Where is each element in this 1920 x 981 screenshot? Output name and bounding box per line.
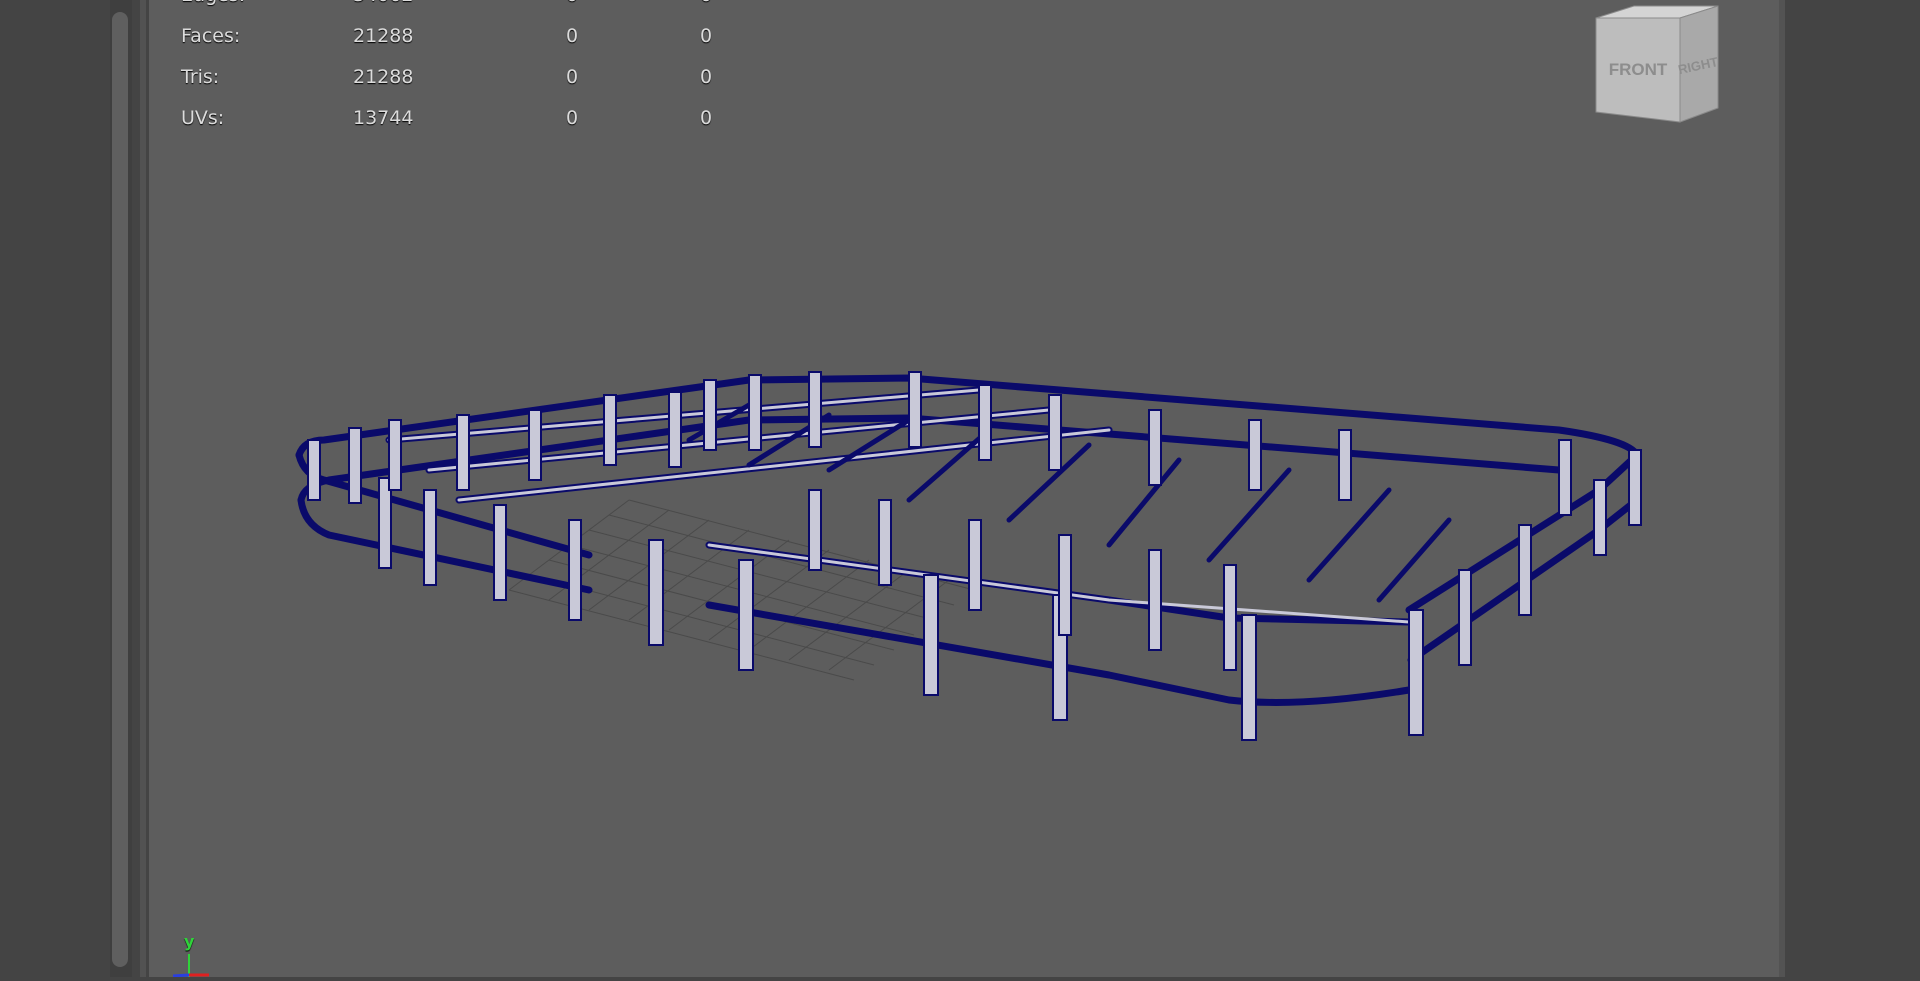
hud-label: UVs:: [181, 107, 225, 129]
right-panel: [1785, 0, 1920, 977]
fence-model-wireframe[interactable]: [149, 0, 1779, 977]
hud-row-edges: Edges: 34062 0 0: [181, 0, 741, 16]
hud-value: 13744: [353, 107, 414, 129]
scrollbar-thumb[interactable]: [112, 12, 128, 967]
hud-value: 0: [566, 66, 579, 88]
hud-value: 21288: [353, 25, 414, 47]
axis-lines: [172, 954, 209, 978]
hud-row-tris: Tris: 21288 0 0: [181, 57, 741, 98]
hud-value: 0: [700, 107, 713, 129]
poly-count-hud: Edges: 34062 0 0 Faces: 21288 0 0 Tris: …: [181, 0, 741, 139]
hud-value: 0: [700, 66, 713, 88]
hud-label: Faces:: [181, 25, 241, 47]
view-cube-front-label[interactable]: FRONT: [1609, 60, 1668, 79]
hud-value: 0: [566, 0, 578, 16]
hud-label: Tris:: [181, 66, 220, 88]
hud-value: 0: [566, 107, 579, 129]
3d-viewport[interactable]: Edges: 34062 0 0 Faces: 21288 0 0 Tris: …: [149, 0, 1779, 978]
hud-value: 21288: [353, 66, 414, 88]
hud-value: 0: [700, 0, 712, 16]
hud-value: 0: [566, 25, 579, 47]
panel-divider[interactable]: [140, 0, 146, 977]
axis-y-label: y: [184, 932, 195, 951]
view-cube-icon[interactable]: FRONT RIGHT: [1592, 4, 1732, 134]
hud-row-faces: Faces: 21288 0 0: [181, 16, 741, 57]
left-panel: [0, 0, 110, 977]
hud-value: 0: [700, 25, 713, 47]
hud-value: 34062: [353, 0, 413, 16]
hud-row-uvs: UVs: 13744 0 0: [181, 98, 741, 139]
hud-label: Edges:: [181, 0, 245, 16]
axis-gizmo-icon: y: [169, 930, 249, 978]
